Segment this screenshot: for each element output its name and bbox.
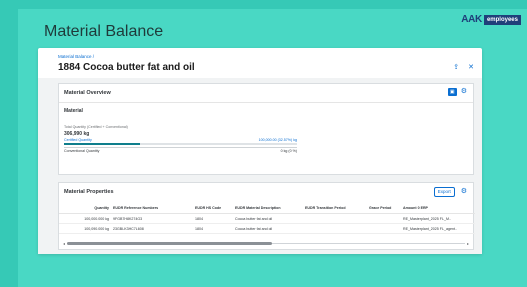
scroll-right-icon[interactable]: ▸ [467, 241, 469, 246]
table-cell: RE_Masterplant_2025 FL_M.. [401, 213, 475, 224]
table-row[interactable]: 100,090.000 kg 23GBLK3HC7L608 1804 Cocoa… [59, 223, 475, 234]
close-icon[interactable]: ✕ [468, 64, 474, 72]
certified-row: Certified Quantity 100,000.00 (32.57%) k… [64, 138, 297, 142]
table-cell: 100,090.000 kg [59, 223, 111, 234]
certified-label[interactable]: Certified Quantity [64, 138, 92, 142]
table-cell: 100,000.000 kg [59, 213, 111, 224]
breadcrumb[interactable]: Material Balance / [58, 54, 94, 59]
properties-table: Quantity EUDR Reference Numbers EUDR HS … [59, 203, 475, 234]
scrollbar-thumb[interactable] [67, 242, 272, 245]
conventional-row: Conventional Quantity 0 kg (0 %) [64, 149, 297, 153]
page-title: Material Balance [44, 23, 164, 40]
table-cell [303, 223, 367, 234]
column-header[interactable]: EUDR Material Description [233, 203, 303, 214]
table-cell: 9FGB7H8K274G3 [111, 213, 193, 224]
total-quantity-label: Total Quantity (Certified + Conventional… [64, 125, 128, 129]
material-overview-section: Material Overview ▣ ⚙ Material Total Qua… [58, 83, 474, 175]
subsection-title: Material [64, 108, 83, 114]
certified-progress-bar [64, 143, 297, 145]
table-cell: Cocoa butter fat and oil [233, 223, 303, 234]
horizontal-scrollbar[interactable]: ◂ ▸ [63, 241, 469, 246]
chart-view-button[interactable]: ▣ [447, 88, 457, 96]
table-row[interactable]: 100,000.000 kg 9FGB7H8K274G3 1804 Cocoa … [59, 213, 475, 224]
section-title: Material Properties [64, 189, 114, 195]
table-header-row: Quantity EUDR Reference Numbers EUDR HS … [59, 203, 475, 214]
gear-icon[interactable]: ⚙ [461, 188, 467, 196]
total-quantity-value: 306,990 kg [64, 131, 90, 137]
table-cell [367, 213, 401, 224]
column-header[interactable]: EUDR HS Code [193, 203, 233, 214]
gear-icon[interactable]: ⚙ [461, 88, 467, 96]
certified-value: 100,000.00 (32.57%) kg [258, 138, 297, 142]
content-area: Material Overview ▣ ⚙ Material Total Qua… [38, 78, 482, 254]
table-cell [303, 213, 367, 224]
brand-logo: AAK employees [461, 14, 521, 25]
row-divider [64, 147, 297, 148]
column-header[interactable]: Quantity [59, 203, 111, 214]
table-cell: 1804 [193, 213, 233, 224]
conventional-value: 0 kg (0 %) [280, 149, 297, 153]
object-title: 1884 Cocoa butter fat and oil [58, 62, 195, 73]
column-header[interactable]: EUDR Reference Numbers [111, 203, 193, 214]
table-cell: RE_Masterplant_2025 FL_agent.. [401, 223, 475, 234]
table-cell [367, 223, 401, 234]
export-button[interactable]: Export [433, 187, 455, 197]
table-cell: Cocoa butter fat and oil [233, 213, 303, 224]
column-header[interactable]: Amount 0 ERP [401, 203, 475, 214]
object-page-card: Material Balance / 1884 Cocoa butter fat… [38, 48, 482, 254]
section-title: Material Overview [64, 90, 111, 96]
divider [59, 102, 473, 103]
column-header[interactable]: Grace Period [367, 203, 401, 214]
share-icon[interactable]: ⇪ [453, 64, 459, 72]
brand-logo-text: AAK [461, 14, 482, 25]
material-properties-section: Material Properties Export ⚙ Quantity EU… [58, 182, 475, 250]
conventional-label: Conventional Quantity [64, 149, 100, 153]
column-header[interactable]: EUDR Transition Period [303, 203, 367, 214]
table-cell: 1804 [193, 223, 233, 234]
table-cell: 23GBLK3HC7L608 [111, 223, 193, 234]
certified-progress-fill [64, 143, 140, 145]
brand-tag: employees [483, 14, 521, 25]
scroll-left-icon[interactable]: ◂ [63, 241, 65, 246]
